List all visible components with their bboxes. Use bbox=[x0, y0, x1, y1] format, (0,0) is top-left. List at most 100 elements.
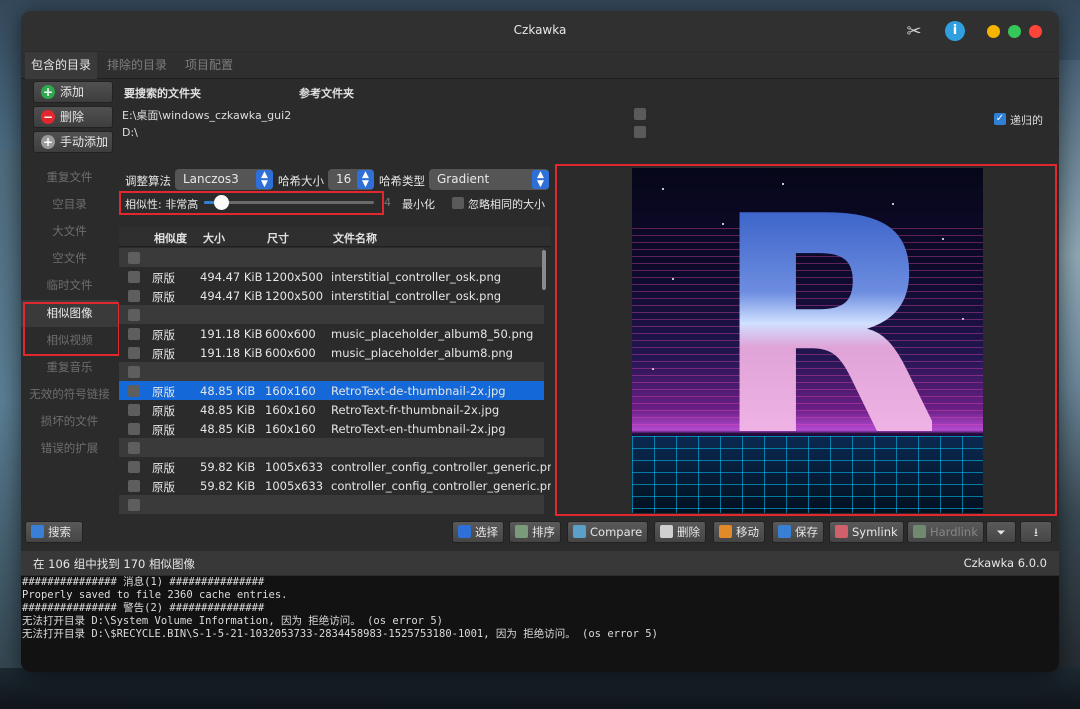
sidebar-item-broken-files[interactable]: 损坏的文件 bbox=[21, 408, 118, 435]
row-checkbox[interactable] bbox=[128, 290, 140, 302]
group-header-row[interactable] bbox=[119, 495, 544, 514]
table-row[interactable]: 原版 48.85 KiB 160x160 RetroText-en-thumbnail… bbox=[119, 419, 544, 438]
show-bottom-button[interactable]: ⭳ bbox=[1020, 521, 1052, 543]
ignore-same-size-label: 忽略相同的大小 bbox=[468, 198, 545, 211]
log-line: Properly saved to file 2360 cache entrie… bbox=[22, 589, 288, 601]
group-header-row[interactable] bbox=[119, 248, 544, 267]
sidebar-item-big-files[interactable]: 大文件 bbox=[21, 218, 118, 245]
info-icon[interactable]: i bbox=[945, 21, 965, 41]
cell-filename: controller_config_controller_generic.png bbox=[331, 460, 551, 474]
row-checkbox[interactable] bbox=[128, 385, 140, 397]
col-similarity[interactable]: 相似度 bbox=[154, 230, 187, 246]
hardlink-button[interactable]: Hardlink bbox=[907, 521, 984, 543]
sidebar-item-invalid-symlinks[interactable]: 无效的符号链接 bbox=[21, 381, 118, 408]
table-row[interactable]: 原版 48.85 KiB 160x160 RetroText-de-thumbnail… bbox=[119, 381, 544, 400]
folder-path[interactable]: E:\桌面\windows_czkawka_gui2 bbox=[122, 107, 291, 123]
recursive-checkbox[interactable]: ✓ bbox=[994, 113, 1006, 125]
row-checkbox[interactable] bbox=[128, 309, 140, 321]
tab-excluded-dirs[interactable]: 排除的目录 bbox=[101, 52, 173, 79]
table-row[interactable]: 原版17.53 KiB256x256ghost_000_media_0010.p… bbox=[119, 514, 544, 516]
link-icon bbox=[913, 525, 926, 538]
top-tabs: 包含的目录 排除的目录 项目配置 bbox=[21, 52, 1059, 79]
search-button[interactable]: 搜索 bbox=[25, 521, 83, 543]
minimize-label: 最小化 bbox=[402, 198, 435, 211]
row-checkbox[interactable] bbox=[128, 442, 140, 454]
tab-item-config[interactable]: 项目配置 bbox=[179, 52, 239, 79]
row-checkbox[interactable] bbox=[128, 271, 140, 283]
cell-size: 191.18 KiB bbox=[200, 346, 263, 360]
sidebar-item-empty-folders[interactable]: 空目录 bbox=[21, 191, 118, 218]
cell-size: 48.85 KiB bbox=[200, 403, 256, 417]
table-row[interactable]: 原版 494.47 KiB 1200x500 interstitial_control… bbox=[119, 267, 544, 286]
row-checkbox[interactable] bbox=[128, 423, 140, 435]
sidebar-item-duplicate-files[interactable]: 重复文件 bbox=[21, 164, 118, 191]
tab-included-dirs[interactable]: 包含的目录 bbox=[25, 52, 98, 79]
ignore-same-size-checkbox[interactable] bbox=[452, 197, 464, 209]
cell-dimensions: 160x160 bbox=[265, 422, 316, 436]
similarity-hint: 4 bbox=[384, 196, 391, 209]
results-panel: 调整算法 Lanczos3 ▲ ▼ 哈希大小 16 ▲ ▼ 哈希类型 Gradient ▲… bbox=[119, 164, 551, 516]
select-button[interactable]: 选择 bbox=[452, 521, 504, 543]
row-checkbox[interactable] bbox=[128, 499, 140, 511]
table-row[interactable]: 原版 191.18 KiB 600x600 music_placeholder_alb… bbox=[119, 324, 544, 343]
reference-checkbox[interactable] bbox=[634, 108, 646, 120]
save-button[interactable]: 保存 bbox=[772, 521, 824, 543]
sidebar-item-duplicate-music[interactable]: 重复音乐 bbox=[21, 354, 118, 381]
cell-similarity: 原版 bbox=[152, 480, 175, 494]
sidebar-item-bad-extensions[interactable]: 错误的扩展 bbox=[21, 435, 118, 462]
hash-type-label: 哈希类型 bbox=[379, 174, 425, 188]
col-size[interactable]: 大小 bbox=[203, 230, 225, 246]
col-dimensions[interactable]: 尺寸 bbox=[267, 230, 289, 246]
row-checkbox[interactable] bbox=[128, 480, 140, 492]
table-scrollbar[interactable] bbox=[542, 250, 546, 290]
cell-filename: RetroText-fr-thumbnail-2x.jpg bbox=[331, 403, 500, 417]
sort-button[interactable]: 排序 bbox=[509, 521, 561, 543]
plus-icon: + bbox=[41, 134, 55, 149]
reference-checkbox[interactable] bbox=[634, 126, 646, 138]
col-filename[interactable]: 文件名称 bbox=[333, 230, 377, 246]
remove-button[interactable]: − 删除 bbox=[33, 106, 113, 128]
collapse-icon: ⏷ bbox=[996, 525, 1006, 539]
table-row[interactable]: 原版 494.47 KiB 1200x500 interstitial_control… bbox=[119, 286, 544, 305]
cell-filename: controller_config_controller_generic.png bbox=[331, 479, 551, 493]
table-row[interactable]: 原版 59.82 KiB 1005x633 controller_config_con… bbox=[119, 476, 551, 495]
close-button[interactable] bbox=[1029, 25, 1042, 38]
row-checkbox[interactable] bbox=[128, 366, 140, 378]
move-button[interactable]: 移动 bbox=[713, 521, 765, 543]
table-row[interactable]: 原版 59.82 KiB 1005x633 controller_config_con… bbox=[119, 457, 551, 476]
highlight-box bbox=[119, 191, 384, 215]
minimize-button[interactable] bbox=[987, 25, 1000, 38]
hash-size-select[interactable]: 16 ▲ ▼ bbox=[328, 169, 374, 190]
add-button[interactable]: + 添加 bbox=[33, 81, 113, 103]
cell-dimensions: 1005x633 bbox=[265, 479, 324, 493]
row-checkbox[interactable] bbox=[128, 347, 140, 359]
row-checkbox[interactable] bbox=[128, 461, 140, 473]
manual-add-button[interactable]: + 手动添加 bbox=[33, 131, 113, 153]
sidebar-item-temp-files[interactable]: 临时文件 bbox=[21, 272, 118, 299]
table-row[interactable]: 原版 48.85 KiB 160x160 RetroText-fr-thumbnail… bbox=[119, 400, 544, 419]
folder-path[interactable]: D:\ bbox=[122, 126, 138, 139]
cell-dimensions: 600x600 bbox=[265, 327, 316, 341]
compare-button[interactable]: Compare bbox=[567, 521, 649, 543]
tools-icon[interactable]: ✂ bbox=[903, 21, 925, 43]
table-row[interactable]: 原版 191.18 KiB 600x600 music_placeholder_alb… bbox=[119, 343, 544, 362]
log-line: 无法打开目录 D:\System Volume Information, 因为 … bbox=[22, 615, 443, 627]
row-checkbox[interactable] bbox=[128, 252, 140, 264]
symlink-button[interactable]: Symlink bbox=[829, 521, 904, 543]
cell-size: 494.47 KiB bbox=[200, 289, 263, 303]
cell-filename: interstitial_controller_osk.png bbox=[331, 270, 502, 284]
version-label: Czkawka 6.0.0 bbox=[963, 556, 1047, 570]
group-header-row[interactable] bbox=[119, 305, 544, 324]
cell-size: 494.47 KiB bbox=[200, 270, 263, 284]
sidebar-item-empty-files[interactable]: 空文件 bbox=[21, 245, 118, 272]
maximize-button[interactable] bbox=[1008, 25, 1021, 38]
row-checkbox[interactable] bbox=[128, 328, 140, 340]
delete-button[interactable]: 删除 bbox=[654, 521, 706, 543]
hash-type-select[interactable]: Gradient ▲ ▼ bbox=[429, 169, 549, 190]
hide-bottom-button[interactable]: ⏷ bbox=[986, 521, 1016, 543]
group-header-row[interactable] bbox=[119, 438, 544, 457]
resize-algo-select[interactable]: Lanczos3 ▲ ▼ bbox=[175, 169, 273, 190]
cell-filename: interstitial_controller_osk.png bbox=[331, 289, 502, 303]
row-checkbox[interactable] bbox=[128, 404, 140, 416]
group-header-row[interactable] bbox=[119, 362, 544, 381]
